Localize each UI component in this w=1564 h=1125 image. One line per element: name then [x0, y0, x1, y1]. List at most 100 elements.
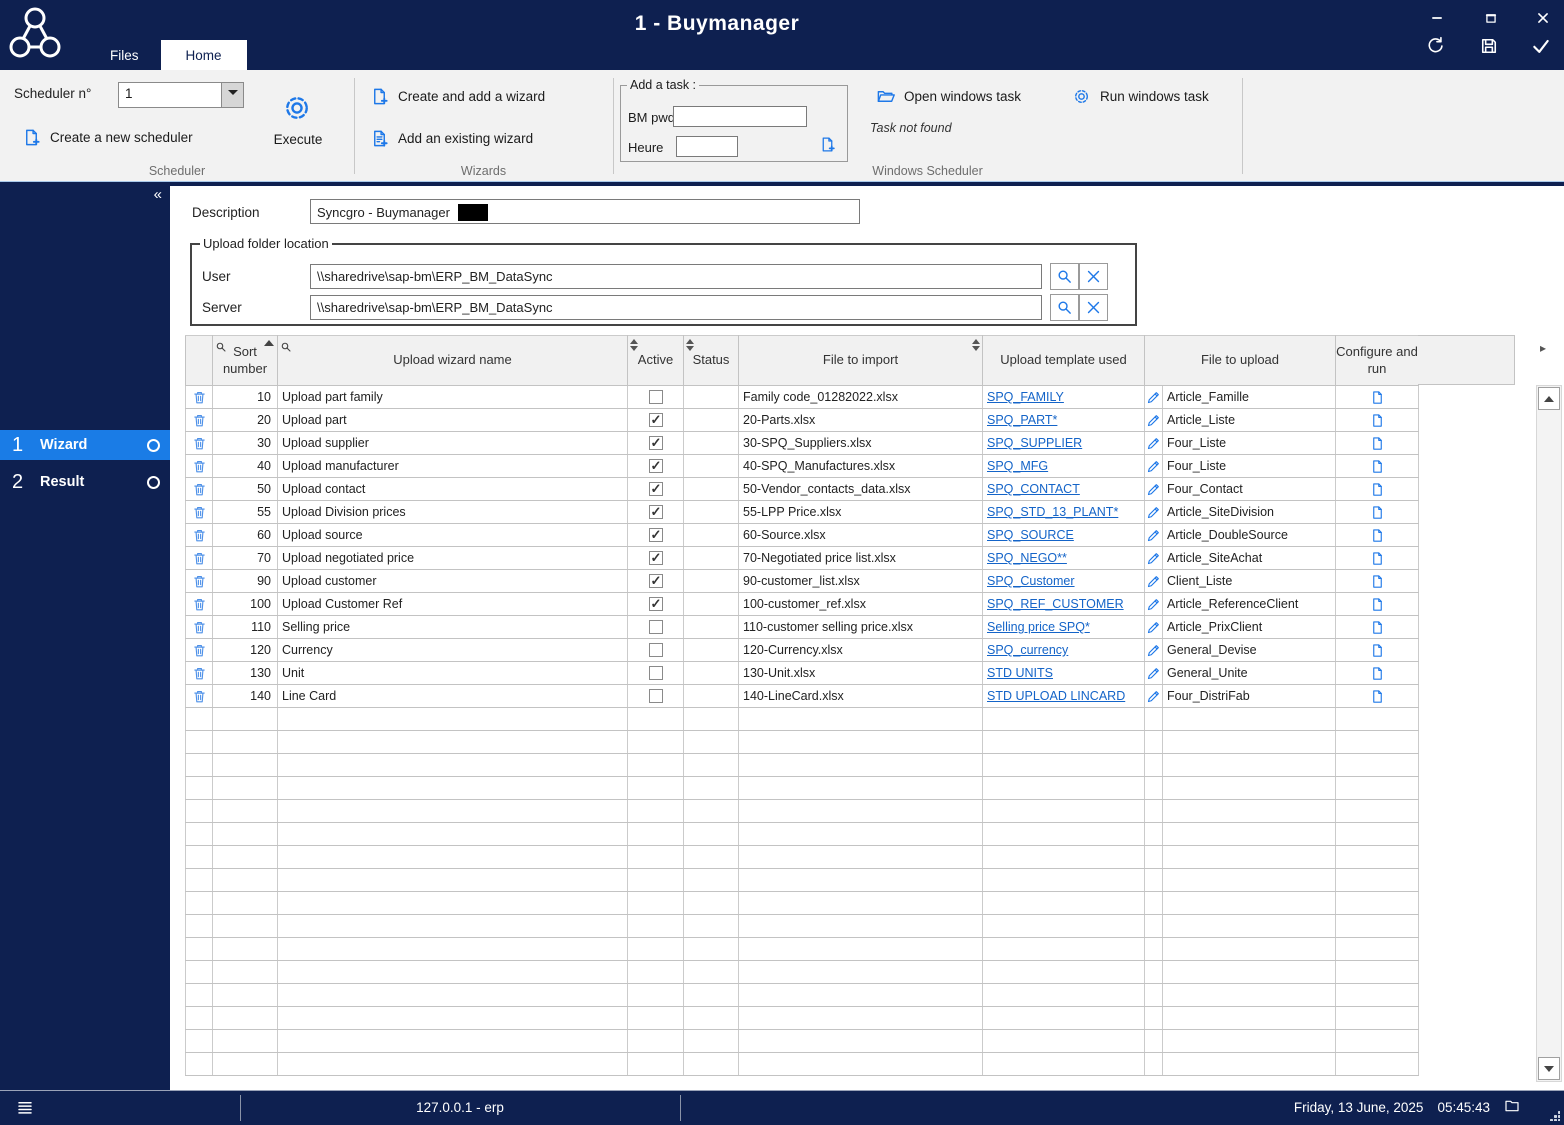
- active-checkbox[interactable]: [648, 596, 663, 612]
- run-windows-task-button[interactable]: Run windows task: [1072, 87, 1209, 106]
- template-link[interactable]: SPQ_SOURCE: [987, 528, 1074, 542]
- create-new-scheduler-button[interactable]: Create a new scheduler: [22, 128, 193, 147]
- edit-template-button[interactable]: [1144, 638, 1163, 662]
- configure-run-button[interactable]: [1335, 385, 1419, 409]
- edit-template-button[interactable]: [1144, 500, 1163, 524]
- active-checkbox[interactable]: [648, 550, 663, 566]
- delete-row-button[interactable]: [185, 546, 213, 570]
- delete-row-button[interactable]: [185, 408, 213, 432]
- active-checkbox[interactable]: [648, 666, 663, 681]
- delete-row-button[interactable]: [185, 385, 213, 409]
- edit-template-button[interactable]: [1144, 408, 1163, 432]
- delete-row-button[interactable]: [185, 500, 213, 524]
- header-wizard-name[interactable]: Upload wizard name: [277, 335, 628, 386]
- tab-home[interactable]: Home: [160, 40, 247, 70]
- grid-options-icon[interactable]: ▸: [1540, 341, 1546, 355]
- edit-template-button[interactable]: [1144, 684, 1163, 708]
- configure-run-button[interactable]: [1335, 523, 1419, 547]
- template-link[interactable]: SPQ_CONTACT: [987, 482, 1080, 496]
- sort-toggle-icon[interactable]: [630, 339, 638, 351]
- description-input[interactable]: Syncgro - Buymanager: [310, 199, 860, 224]
- delete-row-button[interactable]: [185, 661, 213, 685]
- delete-row-button[interactable]: [185, 638, 213, 662]
- header-template[interactable]: Upload template used: [982, 335, 1145, 386]
- edit-template-button[interactable]: [1144, 477, 1163, 501]
- browse-user-button[interactable]: [1050, 263, 1079, 290]
- edit-template-button[interactable]: [1144, 385, 1163, 409]
- vertical-scrollbar[interactable]: [1536, 385, 1562, 1082]
- execute-button[interactable]: [281, 92, 313, 124]
- active-checkbox[interactable]: [648, 573, 663, 589]
- tab-files[interactable]: Files: [88, 40, 161, 70]
- minimize-button[interactable]: [1424, 8, 1450, 28]
- delete-row-button[interactable]: [185, 477, 213, 501]
- header-file-upload[interactable]: File to upload: [1144, 335, 1336, 386]
- template-link[interactable]: SPQ_REF_CUSTOMER: [987, 597, 1124, 611]
- scroll-up-button[interactable]: [1538, 387, 1560, 410]
- template-link[interactable]: Selling price SPQ*: [987, 620, 1090, 634]
- active-checkbox[interactable]: [648, 390, 663, 405]
- configure-run-button[interactable]: [1335, 615, 1419, 639]
- delete-row-button[interactable]: [185, 431, 213, 455]
- server-path-input[interactable]: \\sharedrive\sap-bm\ERP_BM_DataSync: [310, 295, 1042, 320]
- open-windows-task-button[interactable]: Open windows task: [876, 87, 1021, 106]
- sidebar-item-result[interactable]: 2 Result: [0, 467, 170, 497]
- template-link[interactable]: SPQ_currency: [987, 643, 1068, 657]
- confirm-check-icon[interactable]: [1528, 36, 1554, 56]
- configure-run-button[interactable]: [1335, 454, 1419, 478]
- edit-template-button[interactable]: [1144, 592, 1163, 616]
- configure-run-button[interactable]: [1335, 477, 1419, 501]
- save-icon[interactable]: [1476, 36, 1502, 56]
- edit-template-button[interactable]: [1144, 523, 1163, 547]
- configure-run-button[interactable]: [1335, 638, 1419, 662]
- header-active[interactable]: Active: [627, 335, 684, 386]
- configure-run-button[interactable]: [1335, 431, 1419, 455]
- active-checkbox[interactable]: [648, 481, 663, 497]
- configure-run-button[interactable]: [1335, 408, 1419, 432]
- configure-run-button[interactable]: [1335, 546, 1419, 570]
- close-button[interactable]: [1530, 8, 1556, 28]
- dropdown-arrow-icon[interactable]: [221, 83, 243, 107]
- bm-pwd-input[interactable]: [673, 106, 807, 127]
- configure-run-button[interactable]: [1335, 569, 1419, 593]
- execute-label[interactable]: Execute: [260, 132, 336, 147]
- configure-run-button[interactable]: [1335, 684, 1419, 708]
- template-link[interactable]: SPQ_PART*: [987, 413, 1057, 427]
- clear-user-button[interactable]: [1079, 263, 1108, 290]
- collapse-sidebar-icon[interactable]: «: [154, 186, 162, 203]
- clear-server-button[interactable]: [1079, 294, 1108, 321]
- template-link[interactable]: STD UNITS: [987, 666, 1053, 680]
- heure-input[interactable]: [676, 136, 738, 157]
- search-icon[interactable]: [215, 338, 227, 354]
- edit-template-button[interactable]: [1144, 615, 1163, 639]
- resize-grip[interactable]: [1550, 1111, 1560, 1121]
- delete-row-button[interactable]: [185, 684, 213, 708]
- user-path-input[interactable]: \\sharedrive\sap-bm\ERP_BM_DataSync: [310, 264, 1042, 289]
- sort-toggle-icon[interactable]: [686, 339, 694, 351]
- configure-run-button[interactable]: [1335, 661, 1419, 685]
- edit-template-button[interactable]: [1144, 569, 1163, 593]
- create-add-wizard-button[interactable]: Create and add a wizard: [370, 87, 545, 106]
- edit-template-button[interactable]: [1144, 431, 1163, 455]
- header-file-import[interactable]: File to import: [738, 335, 983, 386]
- menu-icon[interactable]: [16, 1099, 34, 1117]
- template-link[interactable]: SPQ_NEGO**: [987, 551, 1067, 565]
- template-link[interactable]: SPQ_SUPPLIER: [987, 436, 1082, 450]
- folder-icon[interactable]: [1504, 1098, 1520, 1114]
- template-link[interactable]: STD UPLOAD LINCARD: [987, 689, 1125, 703]
- delete-row-button[interactable]: [185, 454, 213, 478]
- active-checkbox[interactable]: [648, 458, 663, 474]
- scheduler-n-select[interactable]: 1: [118, 82, 244, 108]
- active-checkbox[interactable]: [648, 689, 663, 704]
- template-link[interactable]: SPQ_MFG: [987, 459, 1048, 473]
- edit-template-button[interactable]: [1144, 454, 1163, 478]
- configure-run-button[interactable]: [1335, 592, 1419, 616]
- browse-server-button[interactable]: [1050, 294, 1079, 321]
- template-link[interactable]: SPQ_STD_13_PLANT*: [987, 505, 1118, 519]
- active-checkbox[interactable]: [648, 643, 663, 658]
- template-link[interactable]: SPQ_FAMILY: [987, 390, 1064, 404]
- edit-template-button[interactable]: [1144, 661, 1163, 685]
- delete-row-button[interactable]: [185, 569, 213, 593]
- active-checkbox[interactable]: [648, 620, 663, 635]
- add-existing-wizard-button[interactable]: Add an existing wizard: [370, 129, 533, 148]
